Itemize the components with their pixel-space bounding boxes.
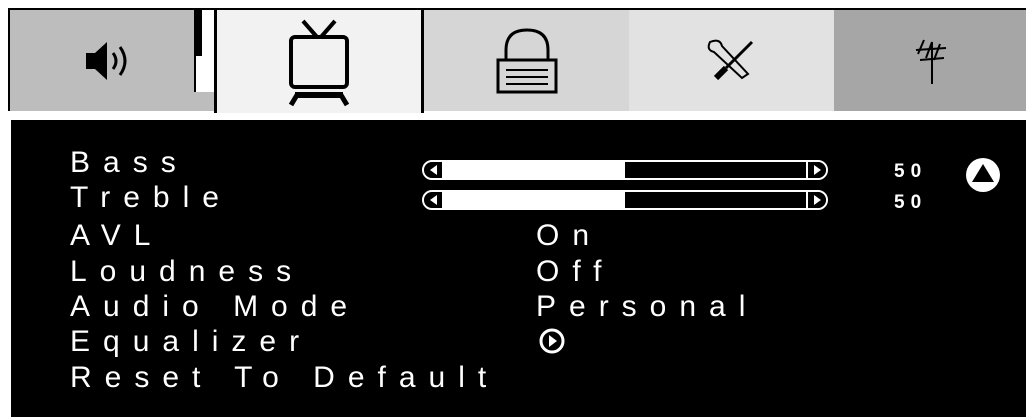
bass-increase-icon[interactable] <box>806 162 826 178</box>
tab-audio[interactable] <box>8 10 214 111</box>
bass-value: 50 <box>894 161 928 182</box>
tab-channel[interactable] <box>834 10 1026 111</box>
tv-icon <box>288 19 350 106</box>
lock-icon <box>496 27 557 93</box>
bass-slider-fill <box>424 162 625 178</box>
menu-item-treble[interactable]: Treble <box>70 183 232 213</box>
tab-lock[interactable] <box>424 10 629 111</box>
treble-decrease-icon[interactable] <box>424 192 444 208</box>
menu-item-reset-to-default[interactable]: Reset To Default <box>70 363 499 393</box>
loudness-value: Off <box>536 255 615 288</box>
wrench-screwdriver-icon <box>707 39 753 80</box>
up-arrow-circle-icon[interactable] <box>964 156 1002 194</box>
treble-slider-fill <box>424 192 625 208</box>
play-circle-icon[interactable] <box>538 327 566 355</box>
tab-bar <box>8 8 1026 113</box>
menu-item-bass[interactable]: Bass <box>70 148 189 178</box>
menu-item-equalizer[interactable]: Equalizer <box>70 327 312 357</box>
menu-item-avl[interactable]: AVL <box>70 221 163 251</box>
speaker-icon <box>86 41 127 80</box>
menu-item-audio-mode[interactable]: Audio Mode <box>70 292 360 322</box>
menu-item-loudness[interactable]: Loudness <box>70 257 304 287</box>
antenna-icon <box>915 39 947 84</box>
avl-value: On <box>536 219 603 252</box>
bass-decrease-icon[interactable] <box>424 162 444 178</box>
treble-value: 50 <box>894 192 928 213</box>
treble-increase-icon[interactable] <box>806 192 826 208</box>
treble-slider[interactable] <box>422 190 828 210</box>
tab-marker <box>194 10 214 92</box>
tab-setup[interactable] <box>629 10 834 111</box>
tab-picture[interactable] <box>214 10 424 113</box>
audio-mode-value: Personal <box>536 290 759 323</box>
bass-slider[interactable] <box>422 160 828 180</box>
